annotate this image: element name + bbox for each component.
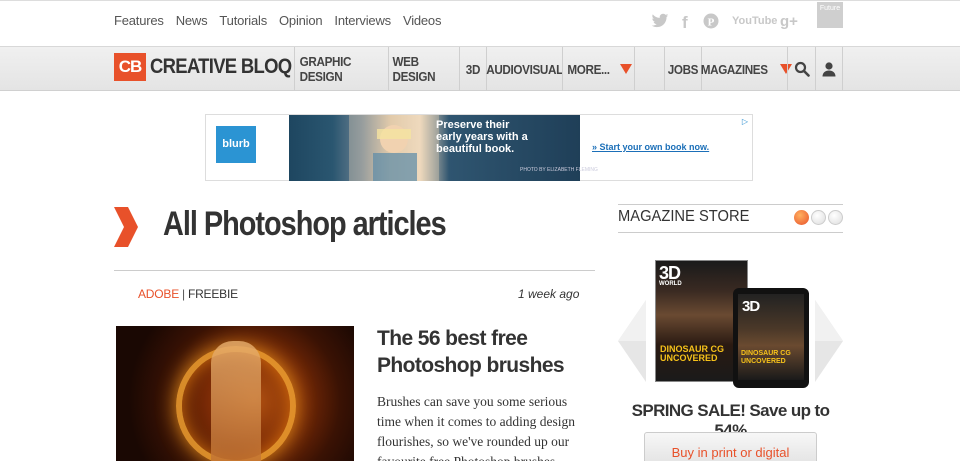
top-utility-bar: Features News Tutorials Opinion Intervie…	[0, 0, 960, 46]
toplink-interviews[interactable]: Interviews	[334, 13, 391, 28]
nav-more[interactable]: MORE...	[562, 47, 634, 91]
section-chevron-icon	[114, 207, 138, 247]
adchoices-icon[interactable]: ▷	[740, 117, 750, 127]
article-title[interactable]: The 56 best free Photoshop brushes	[377, 325, 577, 379]
article-meta: ADOBE | FREEBIE	[138, 287, 238, 301]
magazine-logo: 3D WORLD	[659, 263, 682, 287]
toplink-features[interactable]: Features	[114, 13, 164, 28]
tag-freebie[interactable]: FREEBIE	[188, 287, 238, 301]
tablet-magazine-logo: 3D	[742, 298, 760, 315]
facebook-icon[interactable]: f	[682, 13, 688, 32]
nav-graphic-design[interactable]: GRAPHIC DESIGN	[294, 47, 388, 91]
nav-audiovisual[interactable]: AUDIOVISUAL	[486, 47, 563, 91]
buy-button[interactable]: Buy in print or digital	[644, 432, 817, 461]
youtube-icon[interactable]: YouTube	[732, 15, 777, 33]
page-title: All Photoshop articles	[163, 205, 447, 243]
tablet-screen: 3D DINOSAUR CG UNCOVERED	[738, 294, 804, 380]
divider	[114, 270, 595, 271]
toplink-videos[interactable]: Videos	[403, 13, 442, 28]
nav-spacer	[634, 47, 664, 91]
ad-brand-logo: blurb	[216, 126, 256, 163]
toplink-tutorials[interactable]: Tutorials	[219, 13, 267, 28]
tablet-coverline: DINOSAUR CG UNCOVERED	[741, 350, 791, 365]
search-icon[interactable]	[787, 47, 815, 91]
carousel-prev-icon[interactable]	[618, 300, 646, 382]
article-thumbnail[interactable]	[116, 326, 354, 461]
carousel-dot[interactable]	[828, 210, 843, 225]
twitter-icon[interactable]	[651, 13, 669, 31]
svg-text:P: P	[708, 17, 715, 29]
dropdown-arrow-icon	[620, 64, 633, 74]
nav-3d[interactable]: 3D	[459, 47, 486, 91]
logo-mark: CB	[114, 53, 146, 81]
sidebar-heading: MAGAZINE STORE	[618, 208, 750, 225]
nav-magazines[interactable]: MAGAZINES	[701, 47, 792, 91]
ad-headline: Preserve their early years with a beauti…	[436, 119, 528, 155]
toplink-opinion[interactable]: Opinion	[279, 13, 323, 28]
future-logo[interactable]: Future	[817, 2, 843, 28]
nav-web-design[interactable]: WEB DESIGN	[388, 47, 459, 91]
ad-photo-credit: PHOTO BY ELIZABETH FLEMING	[520, 167, 598, 173]
sidebar-rule	[618, 204, 843, 205]
site-logo[interactable]: CB CREATIVE BLOQ	[114, 53, 311, 81]
top-links: Features News Tutorials Opinion Intervie…	[114, 13, 453, 28]
nav-jobs[interactable]: JOBS	[664, 47, 701, 91]
sidebar-rule	[618, 232, 843, 233]
carousel-dot-active[interactable]	[794, 210, 809, 225]
pinterest-icon[interactable]: P	[703, 13, 719, 31]
ad-cta-link[interactable]: » Start your own book now.	[592, 142, 709, 152]
carousel-dot[interactable]	[811, 210, 826, 225]
tag-separator: |	[182, 287, 185, 301]
tag-adobe[interactable]: ADOBE	[138, 287, 179, 301]
user-icon[interactable]	[815, 47, 843, 91]
article-excerpt: Brushes can save you some serious time w…	[377, 394, 575, 461]
ad-banner[interactable]: blurb Preserve their early years with a …	[205, 114, 753, 181]
main-nav: CB CREATIVE BLOQ GRAPHIC DESIGN WEB DESI…	[0, 46, 960, 91]
logo-text: CREATIVE BLOQ	[150, 55, 292, 78]
carousel-next-icon[interactable]	[815, 300, 843, 382]
googleplus-icon[interactable]: g+	[780, 13, 798, 31]
magazine-tablet[interactable]: 3D DINOSAUR CG UNCOVERED	[733, 288, 809, 388]
article-time: 1 week ago	[518, 287, 580, 301]
toplink-news[interactable]: News	[176, 13, 208, 28]
thumbnail-figure	[211, 341, 261, 461]
